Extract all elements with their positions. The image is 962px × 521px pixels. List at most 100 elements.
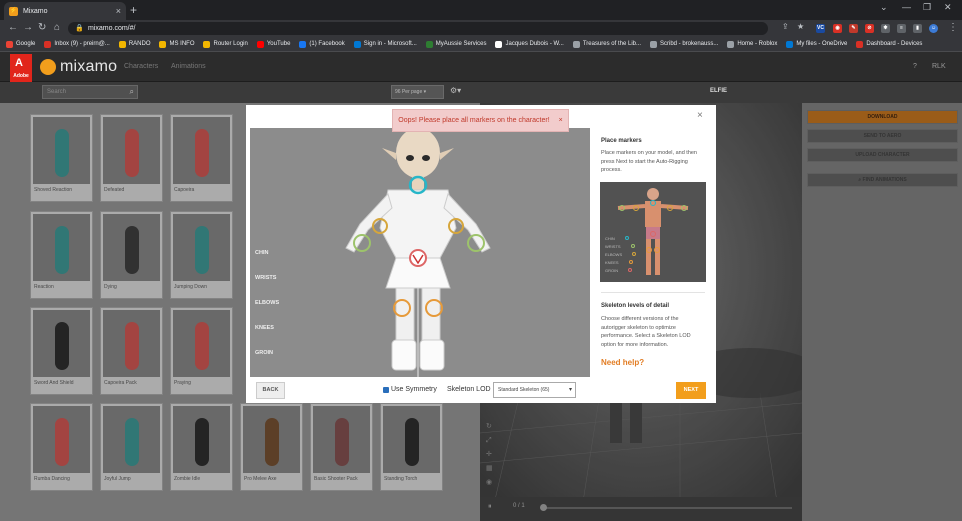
- bookmark-label: Treasures of the Lib...: [582, 41, 641, 47]
- extension-block-icon[interactable]: ⊘: [865, 24, 874, 33]
- bookmark-favicon-icon: [786, 40, 794, 48]
- bookmark-favicon-icon: [856, 40, 864, 48]
- bookmark-favicon-icon: [495, 40, 503, 48]
- home-icon[interactable]: ⌂: [54, 22, 60, 33]
- share-icon[interactable]: ⇪: [782, 22, 789, 31]
- bookmark-favicon-icon: [727, 40, 735, 48]
- bookmark-item[interactable]: Sign in - Microsoft...: [353, 40, 417, 48]
- bookmark-favicon-icon: [6, 40, 13, 48]
- tab-mixamo[interactable]: ⚡ Mixamo ×: [4, 2, 126, 20]
- bookmark-item[interactable]: (1) Facebook: [299, 40, 345, 48]
- user-menu[interactable]: RLK: [932, 63, 946, 70]
- preview-marker-row: GROIN: [605, 268, 633, 273]
- bookmark-label: Scribd - brokenauss...: [659, 41, 719, 47]
- search-input[interactable]: Search ⌕: [42, 85, 138, 99]
- bookmark-item[interactable]: Dashboard - Devices: [856, 40, 923, 48]
- mixamo-title[interactable]: mixamo: [60, 58, 117, 76]
- profile-avatar-icon[interactable]: ☺: [929, 24, 938, 33]
- bookmark-item[interactable]: RANDO: [118, 40, 150, 48]
- bookmark-label: Google: [16, 41, 36, 47]
- bookmark-item[interactable]: Scribd - brokenauss...: [649, 40, 719, 48]
- bookmark-label: MS INFO: [169, 41, 195, 47]
- bookmark-label: MyAussie Services: [435, 41, 487, 47]
- checkbox-checked-icon[interactable]: [383, 386, 389, 393]
- marker-label: CHIN: [255, 250, 269, 256]
- mixamo-logo-icon: [40, 59, 56, 75]
- preview-marker-label: GROIN: [605, 268, 619, 273]
- character-model: [345, 128, 491, 377]
- preview-marker-row: CHIN: [605, 236, 629, 241]
- search-placeholder: Search: [47, 89, 67, 95]
- modal-close-icon[interactable]: ×: [697, 110, 703, 121]
- rig-stage[interactable]: [250, 128, 590, 377]
- bookmark-item[interactable]: Treasures of the Lib...: [572, 40, 641, 48]
- chrome-menu-icon[interactable]: ⋮: [948, 22, 958, 33]
- back-arrow-icon[interactable]: ←: [8, 22, 18, 33]
- bookmark-item[interactable]: Jacques Dubois - W...: [495, 40, 564, 48]
- bookmark-label: Home - Roblox: [737, 41, 778, 47]
- bookmark-favicon-icon: [353, 40, 361, 48]
- bookmark-label: Dashboard - Devices: [866, 41, 923, 47]
- bookmark-item[interactable]: YouTube: [256, 40, 291, 48]
- extension-red-icon[interactable]: ◉: [833, 24, 842, 33]
- help-icon[interactable]: ?: [913, 63, 917, 70]
- preview-marker-row: ELBOWS: [605, 252, 637, 257]
- place-markers-text: Place markers on your model, and then pr…: [601, 150, 697, 173]
- use-symmetry-label: Use Symmetry: [391, 386, 437, 393]
- preview-figure: [617, 188, 689, 275]
- tab-search-icon[interactable]: ⌄: [880, 2, 888, 13]
- bookmark-item[interactable]: Google: [6, 40, 36, 48]
- preview-marker-row: KNEES: [605, 260, 633, 265]
- url-field[interactable]: 🔒 mixamo.com/#/: [68, 22, 768, 35]
- next-button[interactable]: NEXT: [676, 382, 706, 399]
- close-window-icon[interactable]: ✕: [944, 2, 952, 13]
- bookmark-item[interactable]: MyAussie Services: [425, 40, 487, 48]
- bookmark-star-icon[interactable]: ★: [797, 22, 804, 31]
- nav-characters[interactable]: Characters: [124, 63, 158, 70]
- extension-vc-icon[interactable]: VC: [816, 24, 825, 33]
- adobe-logo[interactable]: A Adobe: [10, 54, 32, 82]
- new-tab-icon[interactable]: +: [130, 3, 137, 17]
- bookmark-favicon-icon: [649, 40, 657, 48]
- marker-label: WRISTS: [255, 275, 277, 281]
- mixamo-header: A Adobe mixamo Characters Animations ? R…: [0, 52, 962, 82]
- need-help-link[interactable]: Need help?: [601, 358, 644, 367]
- character-name: ELFIE: [710, 88, 728, 94]
- bookmark-label: Inbox (9) - preirn@...: [54, 41, 110, 47]
- tab-title: Mixamo: [23, 7, 48, 15]
- bookmark-item[interactable]: Inbox (9) - preirn@...: [44, 40, 110, 48]
- reload-icon[interactable]: ↻: [38, 22, 46, 33]
- bookmark-favicon-icon: [572, 40, 580, 48]
- marker-label: ELBOWS: [255, 300, 280, 306]
- bookmark-item[interactable]: MS INFO: [159, 40, 195, 48]
- per-page-select[interactable]: 96 Per page ▾: [391, 85, 444, 99]
- bookmark-favicon-icon: [425, 40, 433, 48]
- bookmark-label: Router Login: [213, 41, 248, 47]
- side-panel-icon[interactable]: ▮: [913, 24, 922, 33]
- lock-icon: 🔒: [75, 25, 84, 32]
- marker-label: GROIN: [255, 350, 274, 356]
- bookmark-label: YouTube: [266, 41, 291, 47]
- minimize-icon[interactable]: —: [902, 2, 911, 12]
- preview-marker-label: CHIN: [605, 236, 615, 241]
- toast-close-icon[interactable]: ×: [559, 117, 563, 124]
- forward-arrow-icon[interactable]: →: [23, 22, 33, 33]
- tab-close-icon[interactable]: ×: [116, 6, 121, 16]
- side-divider: [601, 292, 705, 293]
- extension-pen-icon[interactable]: ✎: [849, 24, 858, 33]
- search-icon[interactable]: ⌕: [130, 86, 134, 98]
- nav-animations[interactable]: Animations: [171, 63, 206, 70]
- back-button[interactable]: BACK: [256, 382, 285, 399]
- maximize-icon[interactable]: ❐: [923, 2, 931, 13]
- extensions-puzzle-icon[interactable]: ✱: [881, 24, 890, 33]
- preview-marker-row: WRISTS: [605, 244, 635, 249]
- bookmark-favicon-icon: [203, 40, 211, 48]
- media-icon[interactable]: ≡: [897, 24, 906, 33]
- use-symmetry-checkbox[interactable]: Use Symmetry: [383, 386, 437, 393]
- marker-label: KNEES: [255, 325, 274, 331]
- bookmark-item[interactable]: Router Login: [203, 40, 248, 48]
- settings-gear-icon[interactable]: ⚙▾: [450, 86, 461, 95]
- bookmark-item[interactable]: Home - Roblox: [727, 40, 778, 48]
- bookmark-item[interactable]: My files - OneDrive: [786, 40, 847, 48]
- skeleton-lod-select[interactable]: Standard Skeleton (65) ▾: [493, 382, 576, 398]
